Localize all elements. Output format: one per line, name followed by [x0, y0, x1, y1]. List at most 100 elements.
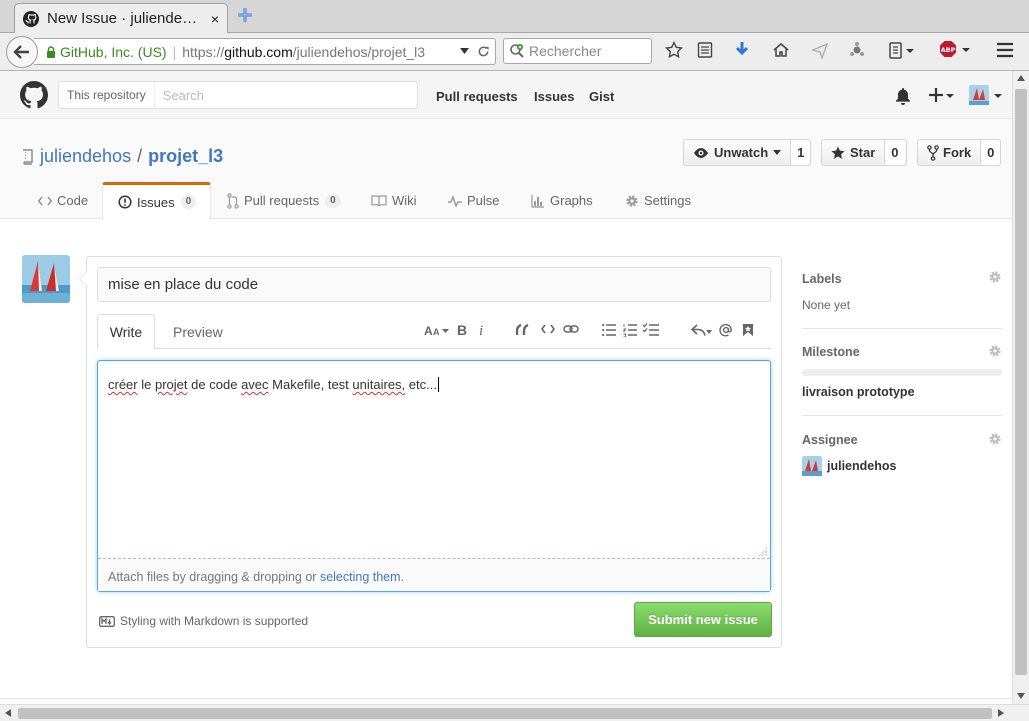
watch-caret-icon [773, 150, 782, 155]
user-avatar-menu[interactable] [969, 84, 1005, 106]
tab-wiki[interactable]: Wiki [371, 182, 417, 219]
author-avatar [22, 255, 70, 303]
assignee-value[interactable]: juliendehos [827, 459, 896, 473]
repo-owner-link[interactable]: juliendehos [40, 146, 131, 167]
star-label: Star [850, 145, 876, 160]
pulls-count-badge: 0 [325, 193, 341, 208]
file-drop-zone[interactable]: Attach files by dragging & dropping or s… [98, 558, 770, 591]
url-bar[interactable]: GitHub, Inc. (US) | https:// github.com … [34, 38, 496, 65]
bullet-list-icon[interactable] [602, 323, 616, 337]
back-button[interactable] [6, 36, 38, 68]
clipboard-icon[interactable] [888, 41, 916, 59]
github-logo-icon[interactable] [20, 81, 48, 109]
star-button-label[interactable]: Star [822, 140, 886, 165]
scroll-left-arrow-icon[interactable] [5, 709, 11, 717]
code-inline-icon[interactable] [541, 323, 555, 335]
labels-gear-icon[interactable] [988, 270, 1002, 284]
download-icon[interactable] [734, 41, 750, 59]
send-icon[interactable] [811, 41, 829, 59]
nav-issues[interactable]: Issues [534, 89, 574, 104]
task-list-icon[interactable] [643, 323, 659, 337]
tab-settings[interactable]: Settings [625, 182, 691, 219]
extension-icon[interactable] [848, 41, 866, 59]
bold-icon[interactable]: B [457, 323, 468, 337]
browser-tab-title: New Issue · juliende… [47, 10, 198, 27]
markdown-note[interactable]: Styling with Markdown is supported [99, 614, 308, 628]
tab-pulse-label: Pulse [467, 193, 500, 208]
browser-tab[interactable]: New Issue · juliende… × [14, 3, 228, 33]
submit-new-issue-button[interactable]: Submit new issue [634, 602, 772, 637]
issue-body-textarea[interactable]: créer le projet de code avec Makefile, t… [97, 360, 771, 592]
tab-issues-label: Issues [137, 194, 175, 210]
watch-button-label[interactable]: Unwatch [684, 140, 792, 165]
body-word-spellcheck: projet [155, 377, 188, 392]
repo-name-link[interactable]: projet_l3 [148, 146, 223, 167]
body-word-spellcheck: avec [241, 377, 269, 392]
url-host: github.com [224, 43, 293, 60]
horizontal-scroll-thumb[interactable] [18, 708, 992, 719]
drop-zone-text: Attach files by dragging & dropping or [108, 570, 317, 584]
adblock-icon[interactable]: ABP [939, 40, 973, 60]
write-tab[interactable]: Write [97, 314, 155, 350]
quote-icon[interactable] [516, 323, 530, 337]
url-path: /juliendehos/projet_l3 [292, 43, 426, 60]
nav-pull-requests[interactable]: Pull requests [436, 89, 518, 104]
reading-list-icon[interactable] [697, 41, 713, 59]
menu-hamburger-icon[interactable] [996, 42, 1014, 58]
tab-close-icon[interactable]: × [211, 11, 219, 27]
italic-icon[interactable]: i [478, 323, 486, 337]
tab-issues[interactable]: Issues 0 [102, 182, 211, 220]
fork-button-label[interactable]: Fork [918, 140, 982, 165]
tab-pulse[interactable]: Pulse [448, 182, 500, 219]
scoped-search[interactable]: This repository Search [58, 81, 418, 109]
star-button[interactable]: Star 0 [821, 139, 907, 166]
search-engine-icon [509, 43, 525, 59]
star-count[interactable]: 0 [885, 140, 905, 165]
fork-count[interactable]: 0 [981, 140, 1001, 165]
browser-search-input[interactable]: Rechercher [503, 38, 652, 64]
site-search-input[interactable]: Search [155, 88, 204, 103]
site-identity: GitHub, Inc. (US) [60, 43, 167, 60]
mention-icon[interactable] [719, 323, 733, 337]
text-size-icon[interactable]: AA [424, 323, 450, 337]
nav-gist[interactable]: Gist [589, 89, 614, 104]
saved-reply-bookmark-icon[interactable] [742, 323, 754, 337]
link-icon[interactable] [563, 323, 579, 335]
notifications-bell-icon[interactable] [895, 87, 911, 105]
tab-code[interactable]: Code [38, 182, 88, 219]
vertical-scroll-thumb[interactable] [1015, 89, 1027, 675]
svg-text:A: A [424, 324, 433, 337]
new-tab-icon[interactable] [236, 6, 254, 24]
resize-handle-icon[interactable] [758, 547, 768, 557]
numbered-list-icon[interactable] [623, 323, 637, 337]
scroll-down-arrow-icon[interactable] [1017, 693, 1025, 699]
reload-icon[interactable] [477, 45, 490, 58]
select-files-link[interactable]: selecting them [320, 570, 401, 584]
scroll-up-arrow-icon[interactable] [1017, 75, 1025, 81]
bookmark-star-icon[interactable] [665, 41, 683, 59]
scroll-right-arrow-icon[interactable] [998, 709, 1004, 717]
milestone-gear-icon[interactable] [988, 344, 1002, 358]
body-word: test [327, 377, 349, 392]
repo-title-slash: / [137, 146, 143, 166]
reply-icon[interactable] [691, 323, 713, 337]
watch-button[interactable]: Unwatch 1 [683, 139, 811, 166]
horizontal-scrollbar[interactable] [0, 704, 1029, 721]
create-new-plus-icon[interactable] [929, 87, 955, 103]
home-icon[interactable] [772, 41, 790, 59]
assignee-gear-icon[interactable] [988, 432, 1002, 446]
vertical-scrollbar[interactable] [1012, 71, 1029, 704]
issue-title-input[interactable]: mise en place du code [97, 267, 771, 302]
fork-button[interactable]: Fork 0 [917, 139, 1001, 166]
labels-section: Labels None yet [802, 266, 1002, 329]
url-dropdown-icon[interactable] [460, 47, 469, 55]
milestone-value[interactable]: livraison prototype [802, 385, 915, 399]
tab-graphs[interactable]: Graphs [531, 182, 593, 219]
adblock-label: ABP [941, 46, 956, 54]
watch-count[interactable]: 1 [791, 140, 811, 165]
tab-pull-requests[interactable]: Pull requests 0 [227, 182, 341, 219]
browser-nav-bar: GitHub, Inc. (US) | https:// github.com … [0, 33, 1029, 71]
preview-tab[interactable]: Preview [173, 314, 223, 349]
new-issue-form: mise en place du code Write Preview AA B… [79, 256, 782, 648]
milestone-progress-bar [802, 369, 1002, 376]
